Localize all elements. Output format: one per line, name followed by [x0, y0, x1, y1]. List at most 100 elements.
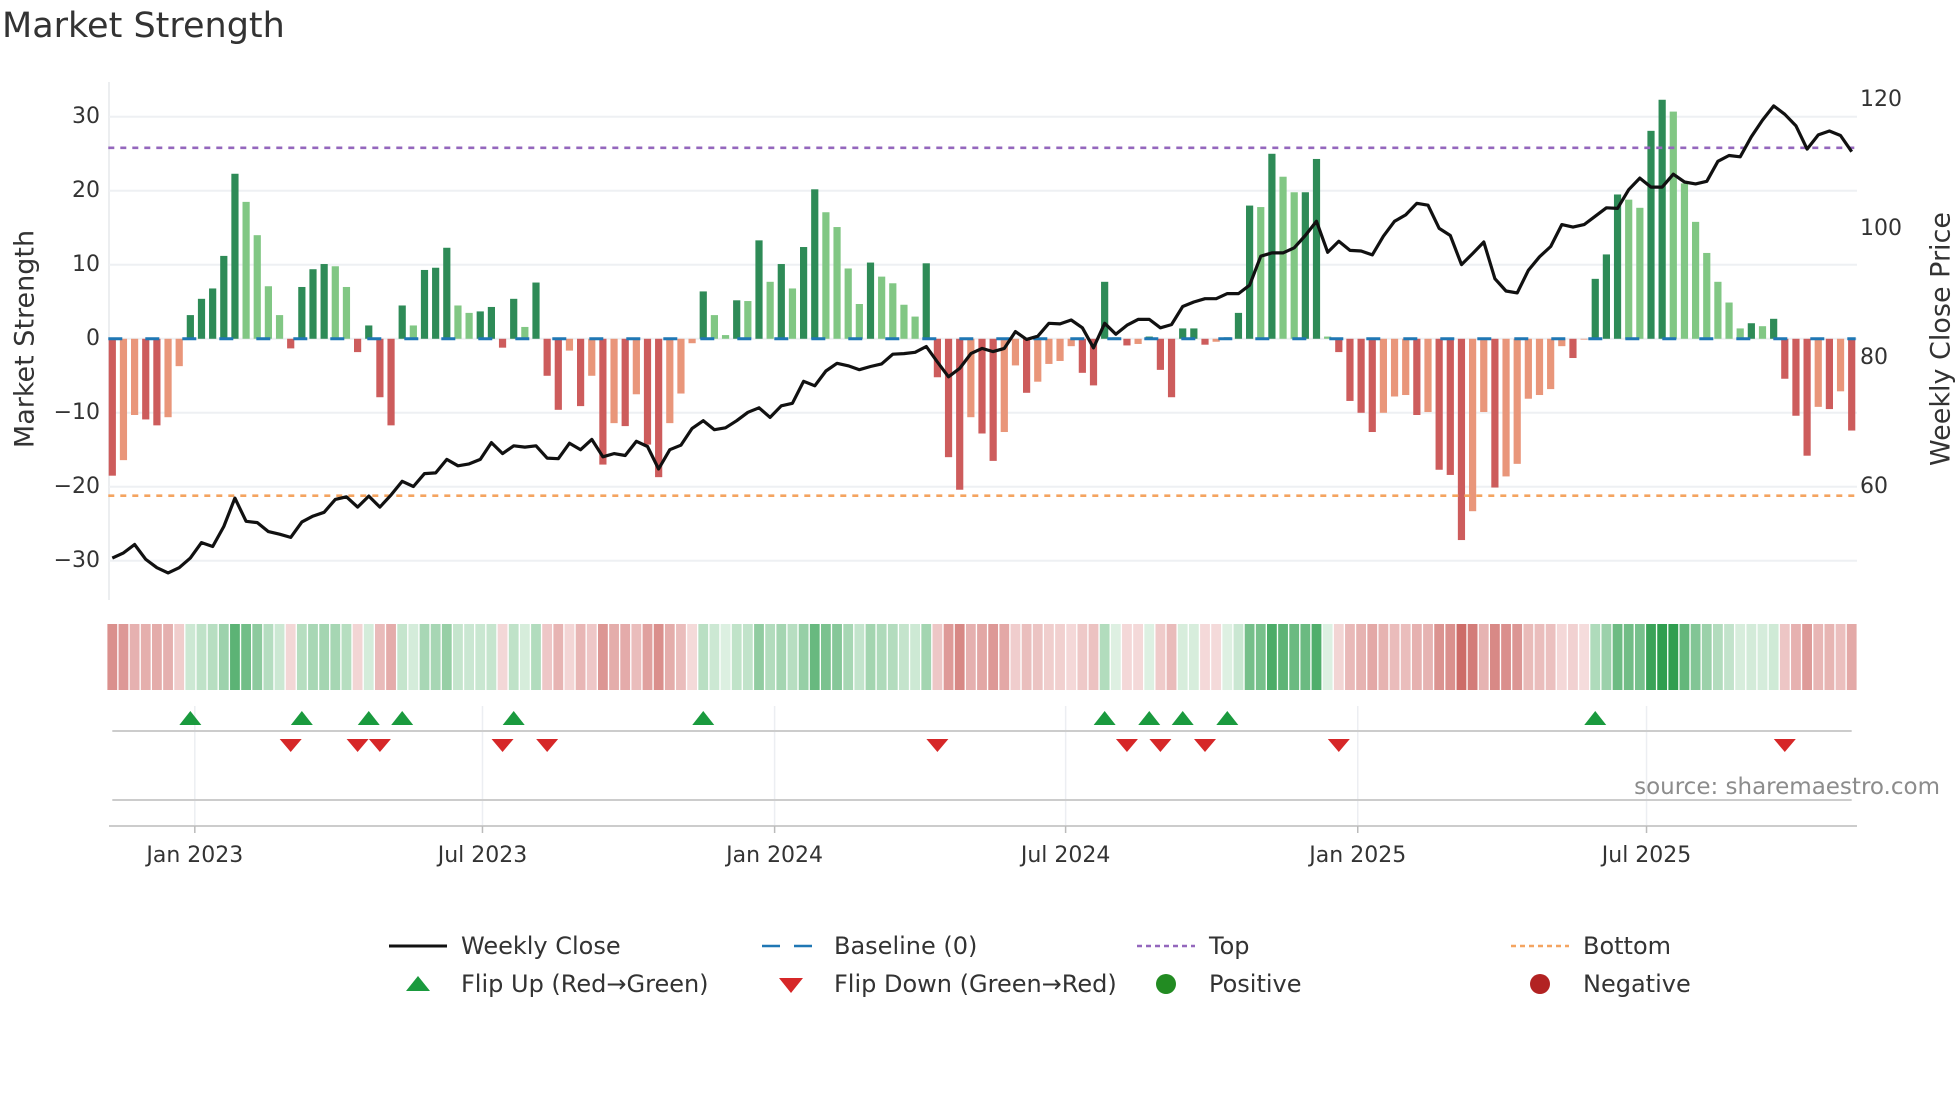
strip-cell — [1255, 624, 1266, 690]
strip-cell — [676, 624, 686, 690]
strength-bar — [655, 338, 663, 478]
source-credit: source: sharemaestro.com — [1634, 774, 1940, 800]
strength-bar — [610, 338, 618, 424]
strength-bar — [1547, 338, 1555, 390]
strip-cell — [1188, 624, 1199, 690]
strip-cell — [1278, 624, 1288, 690]
strip-cell — [876, 624, 887, 690]
strip-cell — [1066, 624, 1077, 690]
strip-cell — [731, 624, 742, 690]
flip-down-triangle-icon — [346, 739, 369, 752]
strength-bar — [900, 304, 908, 339]
strip-cell — [999, 624, 1010, 690]
strip-cell — [586, 624, 597, 690]
strip-cell — [787, 624, 798, 690]
strength-bar — [1491, 338, 1499, 488]
strength-bar — [532, 282, 540, 339]
strength-bar — [1580, 338, 1588, 340]
strip-cell — [152, 624, 162, 690]
strength-bar — [1647, 130, 1655, 339]
strip-cell — [1200, 624, 1210, 690]
strip-cell — [1322, 624, 1333, 690]
strip-cell — [1211, 624, 1222, 690]
strength-bar — [766, 281, 774, 339]
strength-bar — [1446, 338, 1454, 475]
strength-bar — [699, 291, 707, 339]
strength-bar — [800, 247, 808, 339]
legend-flip-down[interactable]: Flip Down (Green→Red) — [762, 970, 1117, 998]
strip-cell — [341, 624, 352, 690]
strength-bar — [108, 338, 116, 476]
strength-bar — [811, 189, 819, 339]
strip-cell — [274, 624, 285, 690]
strip-cell — [1389, 624, 1400, 690]
strip-cell — [1478, 624, 1489, 690]
strip-cell — [185, 624, 196, 690]
strip-cell — [319, 624, 330, 690]
strength-bar — [287, 338, 295, 349]
strength-bar — [320, 264, 328, 339]
strip-cell — [430, 624, 441, 690]
flip-down-triangle-icon — [1149, 739, 1172, 752]
strength-bar — [1591, 278, 1599, 339]
strip-cell — [921, 624, 932, 690]
legend-top[interactable]: Top — [1137, 932, 1250, 960]
flip-down-triangle-icon — [1115, 739, 1138, 752]
strength-bar — [543, 338, 551, 376]
right-axis-ticks: 60 80 100 120 — [1860, 87, 1902, 499]
strip-cell — [1333, 624, 1344, 690]
strip-cell — [642, 624, 653, 690]
strip-cell — [910, 624, 920, 690]
strength-bar — [588, 338, 596, 376]
strip-cell — [1512, 624, 1523, 690]
legend-weekly-close[interactable]: Weekly Close — [389, 932, 621, 960]
strip-cell — [285, 624, 296, 690]
strip-cell — [1133, 624, 1143, 690]
y-tick-label: −20 — [54, 474, 100, 499]
strength-heat-strip — [107, 624, 1857, 690]
strip-cell — [765, 624, 776, 690]
strip-cell — [609, 624, 619, 690]
strip-cell — [943, 624, 954, 690]
strength-bar — [1023, 338, 1031, 393]
strength-bar — [565, 338, 574, 351]
strength-bar — [866, 262, 875, 339]
strength-bar — [1234, 312, 1243, 339]
strength-bar — [1402, 338, 1410, 396]
flip-down-triangle-icon — [368, 739, 391, 752]
legend-negative[interactable]: Negative — [1511, 970, 1691, 998]
strength-bar — [1190, 328, 1198, 339]
strip-cell — [1010, 624, 1021, 690]
strength-bar — [153, 338, 161, 426]
strength-bar — [1390, 338, 1399, 397]
dotted-line-swatch-icon — [1137, 934, 1195, 958]
strength-bar — [1201, 338, 1209, 345]
strip-cell — [1166, 624, 1177, 690]
legend-baseline[interactable]: Baseline (0) — [762, 932, 977, 960]
strength-bar — [744, 301, 752, 339]
legend-flip-up[interactable]: Flip Up (Red→Green) — [389, 970, 709, 998]
strength-bar — [309, 269, 317, 339]
legend-label: Bottom — [1583, 932, 1672, 960]
strip-cell — [1545, 624, 1556, 690]
strength-bar — [922, 263, 930, 339]
strip-cell — [887, 624, 898, 690]
strip-cell — [653, 624, 664, 690]
strip-cell — [1289, 624, 1300, 690]
strength-bar — [342, 286, 351, 339]
strength-bar — [186, 315, 194, 339]
strip-cell — [1032, 624, 1043, 690]
strip-cell — [1099, 624, 1110, 690]
strip-cell — [575, 624, 586, 690]
strength-bar — [1301, 192, 1309, 339]
legend-bottom[interactable]: Bottom — [1511, 932, 1671, 960]
strip-cell — [1467, 624, 1478, 690]
strength-bar — [632, 338, 640, 395]
y-tick-label: −10 — [54, 400, 100, 425]
strength-bar — [175, 338, 183, 367]
strength-bar — [253, 235, 261, 339]
strength-bar — [1078, 338, 1086, 373]
strip-cell — [263, 624, 274, 690]
legend-positive[interactable]: Positive — [1137, 970, 1302, 998]
strength-bar — [1279, 176, 1287, 339]
